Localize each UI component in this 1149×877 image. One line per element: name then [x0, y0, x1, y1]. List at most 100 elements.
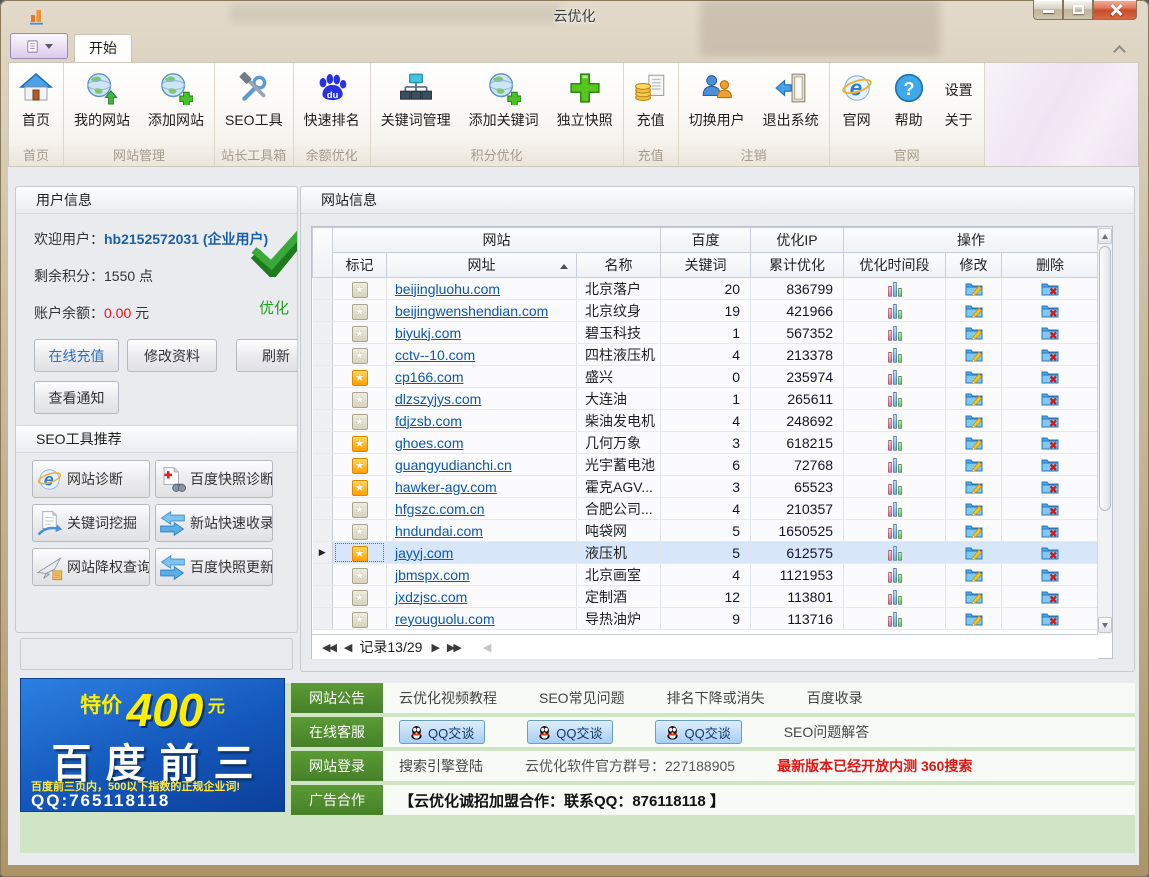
mark-cell[interactable]: ★	[333, 278, 387, 300]
delete-cell[interactable]	[1002, 366, 1099, 388]
site-url-link[interactable]: reyouguolu.com	[387, 608, 577, 630]
ribbon-button-users[interactable]: 切换用户	[680, 64, 754, 146]
mark-cell[interactable]: ★	[333, 476, 387, 498]
refresh-button[interactable]: 刷新	[236, 339, 298, 372]
ribbon-button-green-plus[interactable]: 独立快照	[548, 64, 622, 146]
delete-icon[interactable]	[1041, 391, 1059, 407]
delete-cell[interactable]	[1002, 344, 1099, 366]
pager-next-icon[interactable]: ▶	[431, 641, 437, 654]
period-cell[interactable]	[844, 498, 946, 520]
edit-profile-button[interactable]: 修改资料	[127, 339, 217, 372]
col-header-edit[interactable]: 修改	[946, 253, 1002, 278]
chart-icon[interactable]	[888, 392, 902, 407]
period-cell[interactable]	[844, 608, 946, 630]
period-cell[interactable]	[844, 542, 946, 564]
edit-cell[interactable]	[946, 498, 1002, 520]
group-header-ops[interactable]: 操作	[844, 228, 1099, 253]
site-url-link[interactable]: biyukj.com	[387, 322, 577, 344]
period-cell[interactable]	[844, 278, 946, 300]
edit-icon[interactable]	[965, 391, 983, 407]
delete-cell[interactable]	[1002, 432, 1099, 454]
chart-icon[interactable]	[888, 348, 902, 363]
delete-icon[interactable]	[1041, 435, 1059, 451]
period-cell[interactable]	[844, 564, 946, 586]
delete-icon[interactable]	[1041, 281, 1059, 297]
site-url-link[interactable]: beijingluohu.com	[387, 278, 577, 300]
edit-icon[interactable]	[965, 413, 983, 429]
chart-icon[interactable]	[888, 524, 902, 539]
edit-cell[interactable]	[946, 366, 1002, 388]
delete-cell[interactable]	[1002, 564, 1099, 586]
edit-icon[interactable]	[965, 611, 983, 627]
edit-cell[interactable]	[946, 322, 1002, 344]
ribbon-link[interactable]: 关于	[945, 110, 973, 130]
edit-icon[interactable]	[965, 501, 983, 517]
table-row[interactable]: ▶★jayyj.com液压机5612575	[313, 542, 1099, 564]
table-row[interactable]: ★fdjzsb.com柴油发电机4248692	[313, 410, 1099, 432]
star-icon[interactable]: ★	[352, 612, 368, 628]
edit-icon[interactable]	[965, 479, 983, 495]
ribbon-button-paw[interactable]: 快速排名	[295, 64, 369, 146]
online-recharge-button[interactable]: 在线充值	[34, 339, 119, 372]
mark-cell[interactable]: ★	[333, 608, 387, 630]
edit-icon[interactable]	[965, 567, 983, 583]
chart-icon[interactable]	[888, 414, 902, 429]
qq-chat-button[interactable]: QQ交谈	[655, 720, 741, 744]
collapse-ribbon-icon[interactable]	[1115, 44, 1125, 54]
mark-cell[interactable]: ★	[333, 300, 387, 322]
delete-cell[interactable]	[1002, 476, 1099, 498]
mark-cell[interactable]: ★	[333, 322, 387, 344]
table-row[interactable]: ★cp166.com盛兴0235974	[313, 366, 1099, 388]
edit-cell[interactable]	[946, 608, 1002, 630]
mark-cell[interactable]: ★	[333, 388, 387, 410]
table-row[interactable]: ★hawker-agv.com霍克AGV...365523	[313, 476, 1099, 498]
edit-cell[interactable]	[946, 432, 1002, 454]
table-row[interactable]: ★jbmspx.com北京画室41121953	[313, 564, 1099, 586]
table-row[interactable]: ★hfgszc.com.cn合肥公司...4210357	[313, 498, 1099, 520]
period-cell[interactable]	[844, 432, 946, 454]
seo-tool-4[interactable]: 网站降权查询	[32, 548, 150, 586]
delete-icon[interactable]	[1041, 523, 1059, 539]
minimize-button[interactable]	[1033, 0, 1063, 20]
col-header-url[interactable]: 网址	[387, 253, 577, 278]
delete-icon[interactable]	[1041, 369, 1059, 385]
chart-icon[interactable]	[888, 458, 902, 473]
mark-cell[interactable]: ★	[333, 564, 387, 586]
seo-tool-2[interactable]: 关键词挖掘	[32, 504, 150, 542]
mark-cell[interactable]: ★	[333, 432, 387, 454]
period-cell[interactable]	[844, 586, 946, 608]
site-url-link[interactable]: fdjzsb.com	[387, 410, 577, 432]
edit-icon[interactable]	[965, 545, 983, 561]
edit-icon[interactable]	[965, 589, 983, 605]
star-icon[interactable]: ★	[352, 590, 368, 606]
mark-cell[interactable]: ★	[333, 410, 387, 432]
group-header-ip[interactable]: 优化IP	[751, 228, 844, 253]
ribbon-button-globe-refresh[interactable]: 我的网站	[65, 64, 139, 146]
star-icon[interactable]: ★	[352, 414, 368, 430]
edit-icon[interactable]	[965, 281, 983, 297]
site-url-link[interactable]: hfgszc.com.cn	[387, 498, 577, 520]
group-header-baidu[interactable]: 百度	[661, 228, 751, 253]
announcement-item[interactable]: 百度收录	[807, 688, 863, 708]
mark-cell[interactable]: ★	[333, 498, 387, 520]
ribbon-button-orgchart[interactable]: 关键词管理	[372, 64, 460, 146]
chart-icon[interactable]	[888, 612, 902, 627]
delete-cell[interactable]	[1002, 586, 1099, 608]
period-cell[interactable]	[844, 322, 946, 344]
delete-cell[interactable]	[1002, 300, 1099, 322]
chart-icon[interactable]	[888, 304, 902, 319]
period-cell[interactable]	[844, 454, 946, 476]
site-url-link[interactable]: jxdzjsc.com	[387, 586, 577, 608]
table-row[interactable]: ★reyouguolu.com导热油炉9113716	[313, 608, 1099, 630]
pager-first-icon[interactable]: ◀◀	[322, 641, 335, 654]
delete-cell[interactable]	[1002, 454, 1099, 476]
star-icon[interactable]: ★	[352, 348, 368, 364]
edit-cell[interactable]	[946, 344, 1002, 366]
edit-cell[interactable]	[946, 278, 1002, 300]
period-cell[interactable]	[844, 476, 946, 498]
site-url-link[interactable]: beijingwenshendian.com	[387, 300, 577, 322]
table-row[interactable]: ★cctv--10.com四柱液压机4213378	[313, 344, 1099, 366]
period-cell[interactable]	[844, 520, 946, 542]
table-row[interactable]: ★beijingluohu.com北京落户20836799	[313, 278, 1099, 300]
delete-icon[interactable]	[1041, 325, 1059, 341]
